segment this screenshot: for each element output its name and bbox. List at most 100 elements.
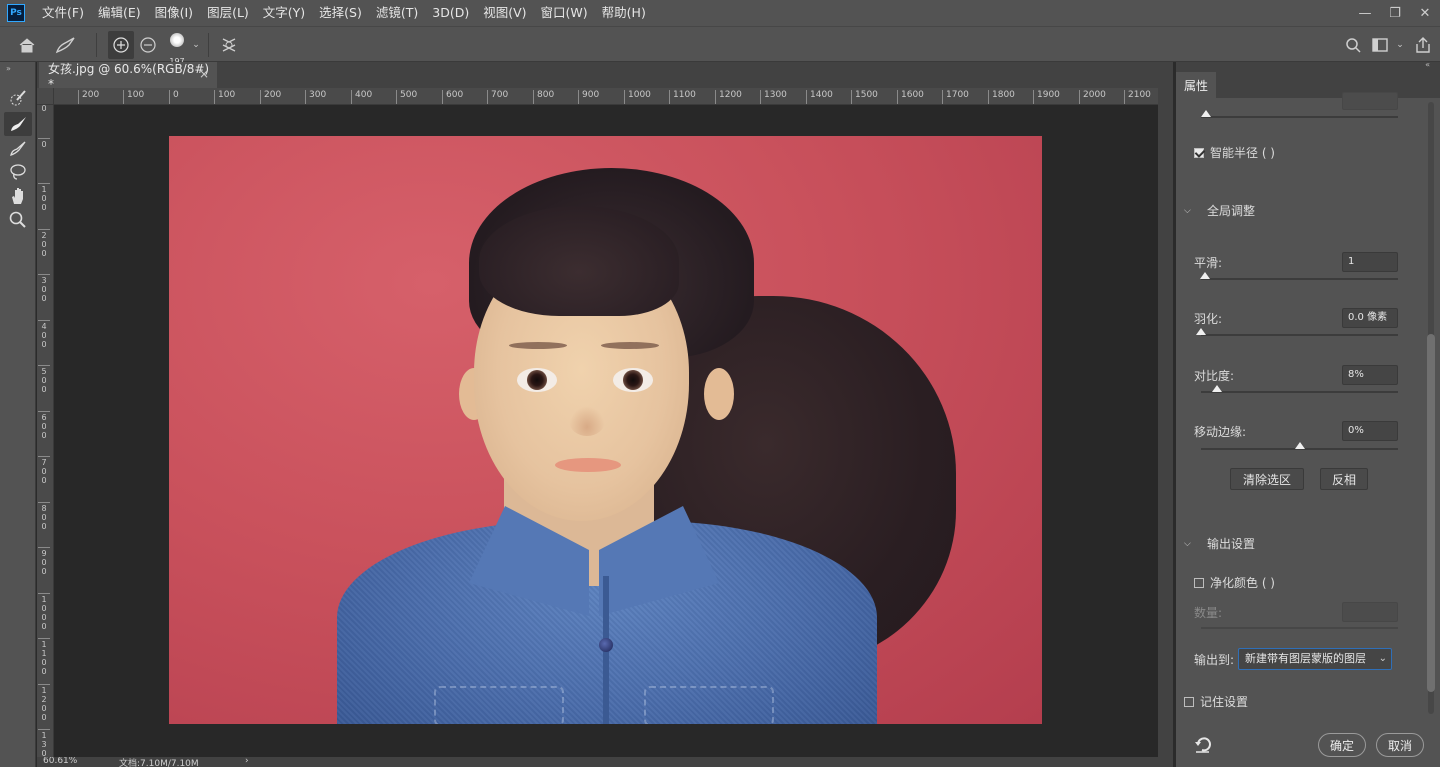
ruler-tick: 3 0 0 [38,274,50,303]
workspace-dropdown[interactable]: ⌄ [1394,31,1406,59]
tab-properties[interactable]: 属性 [1176,72,1216,98]
smart-radius-label: 智能半径 ( ) [1210,146,1275,160]
ruler-tick: 1 0 0 0 [38,593,50,631]
sample-all-layers-button[interactable] [216,31,242,59]
chevron-down-icon: ⌄ [1378,653,1387,664]
share-button[interactable] [1410,31,1436,59]
slider-thumb[interactable] [1196,328,1206,335]
shift-edge-slider[interactable] [1201,442,1398,450]
menu-view[interactable]: 视图(V) [476,0,533,26]
subtract-from-selection-button[interactable] [136,31,160,59]
slider-thumb[interactable] [1201,110,1211,117]
cancel-button[interactable]: 取消 [1376,733,1424,757]
ruler-tick: 1500 [851,90,878,104]
smart-radius-checkbox[interactable] [1194,148,1204,158]
document-tab[interactable]: 女孩.jpg @ 60.6%(RGB/8#) * × [39,62,217,91]
lasso-tool[interactable] [4,160,32,184]
vertical-ruler: 0 0 1 0 0 2 0 0 3 0 0 4 0 0 5 0 0 6 0 0 … [37,105,54,757]
panel-scrollbar[interactable] [1424,102,1438,714]
ruler-tick: 7 0 0 [38,456,50,485]
brush-tool[interactable] [4,136,32,160]
tab-close-icon[interactable]: × [199,67,209,81]
decontaminate-label: 净化颜色 ( ) [1210,576,1275,590]
reset-button[interactable] [1193,736,1213,754]
hand-icon [12,188,23,204]
hand-tool[interactable] [4,184,32,208]
zoom-level[interactable]: 60.61% [43,757,77,766]
contrast-slider[interactable] [1201,385,1398,393]
collapse-arrows-icon[interactable]: » [6,64,11,73]
shift-edge-label: 移动边缘: [1194,425,1247,439]
menu-edit[interactable]: 编辑(E) [91,0,148,26]
menu-filter[interactable]: 滤镜(T) [369,0,425,26]
add-to-selection-button[interactable] [108,31,134,59]
remember-settings-label: 记住设置 [1200,695,1249,709]
search-button[interactable] [1340,31,1366,59]
status-menu-arrow[interactable]: › [245,757,249,766]
search-icon [1346,38,1361,53]
slider-thumb[interactable] [1199,272,1210,279]
output-settings-title[interactable]: 输出设置 [1207,535,1255,552]
ruler-tick: 300 [305,90,326,104]
minimize-button[interactable]: — [1350,0,1380,26]
tool-preset-button[interactable] [50,31,80,59]
ruler-tick: 4 0 0 [38,320,50,349]
image-pocket [644,686,774,724]
status-bar: 60.61% 文档:7.10M/7.10M › [37,757,1173,767]
clear-selection-button[interactable]: 清除选区 [1230,468,1304,490]
ruler-tick: 200 [260,90,281,104]
ruler-tick: 400 [351,90,372,104]
global-adjust-title[interactable]: 全局调整 [1207,202,1255,219]
contrast-input[interactable]: 8% [1342,365,1398,385]
brush-picker[interactable] [164,29,190,51]
chevron-down-icon[interactable]: ⌵ [1184,539,1191,549]
brush-picker-dropdown[interactable]: ⌄ [190,31,202,59]
zoom-tool[interactable] [4,208,32,232]
workspace-button[interactable] [1368,31,1392,59]
decontaminate-checkbox[interactable] [1194,578,1204,588]
feather-slider[interactable] [1196,328,1398,336]
canvas-vertical-scrollbar[interactable] [1158,88,1173,757]
invert-button[interactable]: 反相 [1320,468,1368,490]
menu-layer[interactable]: 图层(L) [200,0,256,26]
ruler-tick: 600 [442,90,463,104]
remember-settings-checkbox[interactable] [1184,697,1194,707]
output-to-select[interactable]: 新建带有图层蒙版的图层 ⌄ [1238,648,1392,670]
refine-edge-brush-tool[interactable] [4,112,32,136]
chevron-down-icon[interactable]: ⌵ [1184,206,1191,216]
brush-tip-icon [170,33,184,47]
slider-thumb[interactable] [1211,385,1222,392]
document-tab-bar: 女孩.jpg @ 60.6%(RGB/8#) * × [37,62,1173,91]
ruler-tick: 1700 [942,90,969,104]
ruler-tick: 2100 [1124,90,1151,104]
quick-selection-tool[interactable] [4,86,32,110]
menu-help[interactable]: 帮助(H) [595,0,653,26]
collapse-panel-icon[interactable]: « [1425,60,1430,69]
menu-window[interactable]: 窗口(W) [534,0,595,26]
close-window-button[interactable]: ✕ [1410,0,1440,26]
ruler-tick: 1 2 0 0 [38,684,50,722]
radius-slider[interactable] [1201,110,1398,118]
slider-thumb[interactable] [1294,442,1305,449]
image-button [599,638,613,652]
smooth-input[interactable]: 1 [1342,252,1398,272]
amount-slider [1201,627,1398,629]
add-circle-icon [113,37,129,53]
menu-file[interactable]: 文件(F) [35,0,91,26]
output-to-value: 新建带有图层蒙版的图层 [1245,652,1366,665]
ruler-origin[interactable] [37,88,54,105]
feather-input[interactable]: 0.0 像素 [1342,308,1398,328]
radius-input[interactable] [1342,92,1398,110]
menu-image[interactable]: 图像(I) [148,0,200,26]
restore-button[interactable]: ❐ [1380,0,1410,26]
ok-button[interactable]: 确定 [1318,733,1366,757]
menu-3d[interactable]: 3D(D) [425,0,476,26]
smooth-slider[interactable] [1199,272,1398,280]
menu-type[interactable]: 文字(Y) [256,0,312,26]
shift-edge-input[interactable]: 0% [1342,421,1398,441]
ruler-tick: 2 0 0 [38,229,50,258]
document-image[interactable] [169,136,1042,724]
menu-select[interactable]: 选择(S) [312,0,369,26]
home-button[interactable] [12,31,42,59]
scrollbar-thumb[interactable] [1427,334,1435,692]
